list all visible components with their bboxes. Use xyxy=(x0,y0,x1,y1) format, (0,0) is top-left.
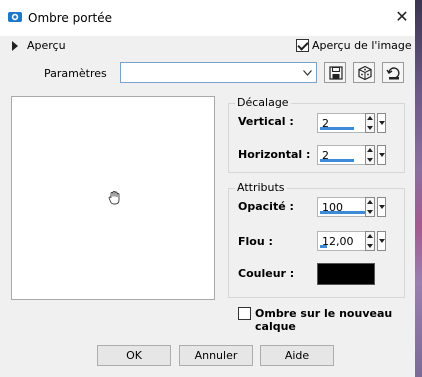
flou-slider-bar[interactable] xyxy=(320,245,327,248)
ok-button[interactable]: OK xyxy=(97,345,171,366)
apercu-image-label[interactable]: Aperçu de l'image xyxy=(312,39,412,52)
save-preset-icon xyxy=(329,66,343,80)
params-label: Paramètres xyxy=(44,67,107,80)
horizontal-input[interactable]: 2 xyxy=(317,145,369,165)
nouveau-calque-checkbox[interactable] xyxy=(238,307,251,320)
title-bar: Ombre portée ✕ xyxy=(0,0,422,36)
annuler-button[interactable]: Annuler xyxy=(179,345,253,366)
spin-up-icon[interactable] xyxy=(367,148,373,152)
save-preset-button[interactable] xyxy=(324,62,346,83)
chevron-down-icon[interactable] xyxy=(300,64,315,81)
preview-canvas[interactable] xyxy=(11,96,215,300)
spin-up-icon[interactable] xyxy=(367,200,373,204)
close-icon[interactable]: ✕ xyxy=(394,8,410,26)
flou-spin-buttons[interactable] xyxy=(365,231,375,251)
horizontal-spin-buttons[interactable] xyxy=(365,145,375,165)
spin-down-icon[interactable] xyxy=(367,244,373,248)
opacite-label: Opacité : xyxy=(238,200,294,213)
spin-down-icon[interactable] xyxy=(367,158,373,162)
opacite-menu-button[interactable] xyxy=(377,197,386,217)
decalage-title: Décalage xyxy=(235,96,291,109)
attributs-title: Attributs xyxy=(235,181,287,194)
aide-button[interactable]: Aide xyxy=(260,345,334,366)
window-title: Ombre portée xyxy=(28,11,112,25)
spin-down-icon[interactable] xyxy=(367,126,373,130)
opacite-slider-bar[interactable] xyxy=(320,211,366,214)
flou-menu-button[interactable] xyxy=(377,231,386,251)
random-preset-button[interactable] xyxy=(353,62,375,83)
spin-up-icon[interactable] xyxy=(367,116,373,120)
spin-up-icon[interactable] xyxy=(367,234,373,238)
apercu-image-checkbox[interactable] xyxy=(296,39,309,52)
vertical-slider-bar[interactable] xyxy=(320,127,354,130)
params-preset-select[interactable] xyxy=(120,62,317,83)
apercu-toggle-label[interactable]: Aperçu xyxy=(27,39,66,52)
vertical-input[interactable]: 2 xyxy=(317,113,369,133)
opacite-input[interactable]: 100 xyxy=(317,197,369,217)
vertical-spin-buttons[interactable] xyxy=(365,113,375,133)
horizontal-menu-button[interactable] xyxy=(377,145,386,165)
app-icon xyxy=(8,12,22,22)
pan-hand-icon xyxy=(108,191,120,205)
vertical-menu-button[interactable] xyxy=(377,113,386,133)
couleur-label: Couleur : xyxy=(238,267,295,280)
spin-down-icon[interactable] xyxy=(367,210,373,214)
flou-input[interactable]: 12,00 xyxy=(317,231,369,251)
horizontal-slider-bar[interactable] xyxy=(320,159,354,162)
random-dice-icon xyxy=(358,65,372,81)
vertical-label: Vertical : xyxy=(238,115,294,128)
couleur-swatch[interactable] xyxy=(317,263,375,285)
reset-button[interactable] xyxy=(382,62,404,83)
flou-label: Flou : xyxy=(238,235,273,248)
opacite-spin-buttons[interactable] xyxy=(365,197,375,217)
reset-icon xyxy=(386,67,400,80)
expand-arrow-icon[interactable] xyxy=(12,41,18,51)
horizontal-label: Horizontal : xyxy=(238,148,311,161)
nouveau-calque-label[interactable]: Ombre sur le nouveau calque xyxy=(255,307,422,333)
